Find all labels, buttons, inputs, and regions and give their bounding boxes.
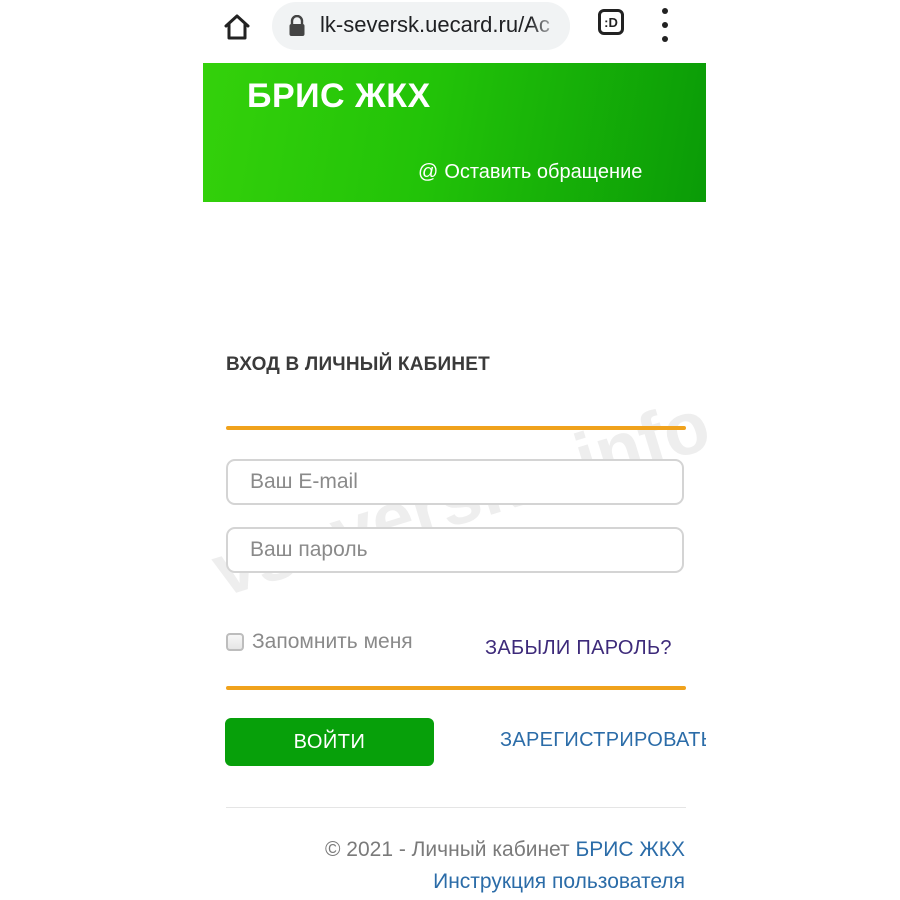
remember-me[interactable]: Запомнить меня — [226, 630, 413, 654]
site-logo-text[interactable]: БРИС ЖКХ — [247, 77, 431, 116]
url-fade — [530, 2, 570, 50]
login-title: ВХОД В ЛИЧНЫЙ КАБИНЕТ — [226, 354, 490, 375]
more-vert-icon[interactable] — [655, 8, 675, 42]
at-icon: @ — [418, 161, 439, 183]
footer-copyright: © 2021 - Личный кабинет БРИС ЖКХ — [325, 838, 685, 862]
address-bar[interactable]: lk-seversk.uecard.ru/Ac — [272, 2, 570, 50]
menu-dot — [662, 36, 668, 42]
divider-top — [226, 426, 686, 430]
lock-icon — [289, 15, 305, 36]
user-manual-link[interactable]: Инструкция пользователя — [433, 870, 685, 894]
tabs-count: :D — [604, 14, 618, 30]
copyright-text: © 2021 - Личный кабинет — [324, 838, 576, 861]
page: lk-seversk.uecard.ru/Ac :D БРИС ЖКХ @ Ост… — [0, 0, 900, 900]
remember-label: Запомнить меня — [252, 630, 413, 653]
browser-toolbar: lk-seversk.uecard.ru/Ac :D — [0, 0, 900, 58]
feedback-label: Оставить обращение — [444, 161, 643, 183]
home-icon — [224, 14, 250, 40]
footer-brand-link[interactable]: БРИС ЖКХ — [575, 838, 685, 861]
menu-dot — [662, 8, 668, 14]
divider-bottom — [226, 686, 686, 690]
password-field[interactable] — [226, 527, 684, 573]
email-field[interactable] — [226, 459, 684, 505]
url-text: lk-seversk.uecard.ru/Ac — [320, 12, 550, 37]
tabs-icon[interactable]: :D — [598, 9, 624, 35]
menu-dot — [662, 22, 668, 28]
footer-divider — [226, 807, 686, 808]
checkbox-icon[interactable] — [226, 633, 244, 651]
login-button[interactable]: ВОЙТИ — [225, 718, 434, 766]
site-header: БРИС ЖКХ @ Оставить обращение — [203, 63, 706, 202]
register-link[interactable]: ЗАРЕГИСТРИРОВАТЬС — [500, 729, 706, 752]
forgot-password-link[interactable]: ЗАБЫЛИ ПАРОЛЬ? — [485, 637, 672, 660]
home-button[interactable] — [218, 8, 256, 46]
feedback-link[interactable]: @ Оставить обращение — [418, 161, 642, 184]
